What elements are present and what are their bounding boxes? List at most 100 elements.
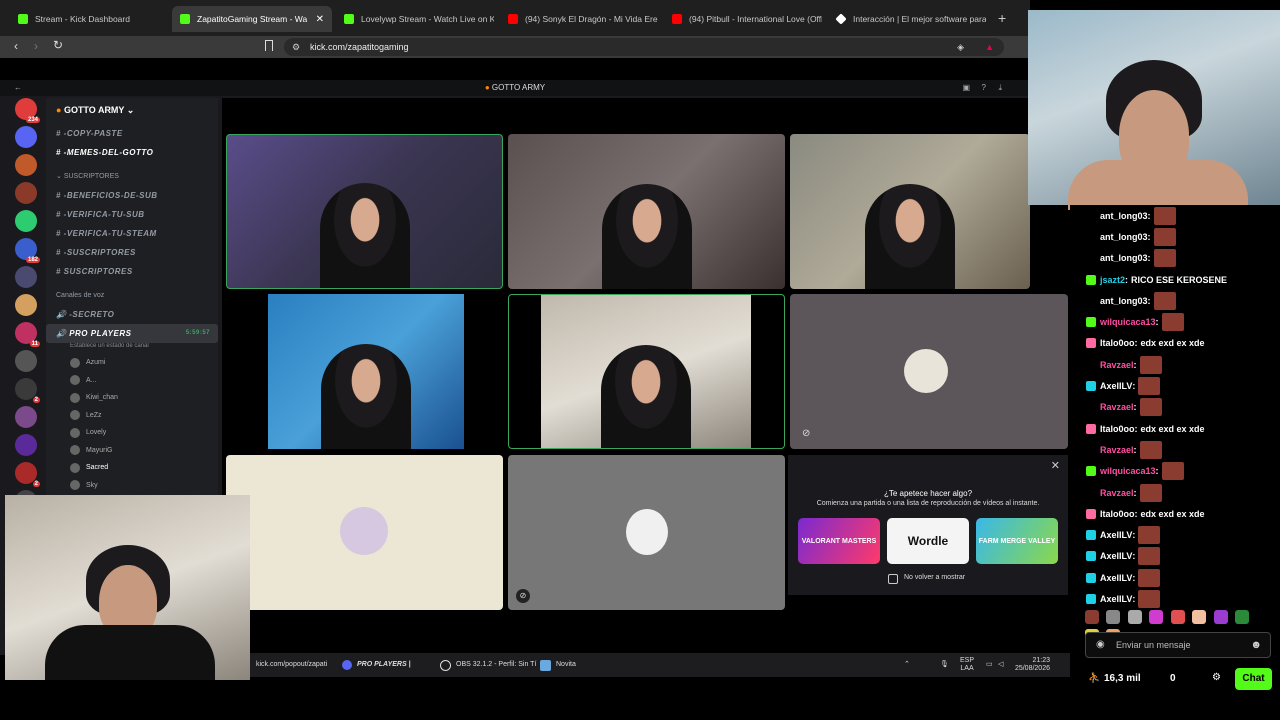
download-icon[interactable]: ⤓ bbox=[998, 80, 1002, 96]
chat-username[interactable]: Italo0oo bbox=[1100, 509, 1135, 519]
voice-channel-secreto[interactable]: 🔊 -SECRETO bbox=[46, 305, 218, 324]
emoji-icon[interactable]: ☻ bbox=[1250, 633, 1262, 657]
server-icon[interactable] bbox=[15, 434, 37, 456]
server-icon[interactable]: 2 bbox=[15, 378, 40, 403]
network-icon[interactable]: ▭ bbox=[986, 660, 993, 668]
chat-settings-icon[interactable]: ◉ bbox=[1096, 633, 1105, 657]
chat-username[interactable]: AxelILV bbox=[1100, 594, 1132, 604]
browser-tab-active[interactable]: ZapatitoGaming Stream - Wa ✕ bbox=[172, 6, 332, 32]
reload-icon[interactable]: ↻ bbox=[53, 38, 63, 52]
chat-username[interactable]: jsazt2 bbox=[1100, 275, 1125, 285]
channel-verifica-sub[interactable]: # -VERIFICA-TU-SUB bbox=[46, 205, 218, 224]
voice-channel-pro-players[interactable]: 🔊 PRO PLAYERS 5:59:57 bbox=[46, 324, 218, 343]
clock[interactable]: 21:23 25/08/2026 bbox=[1010, 657, 1050, 673]
browser-tab[interactable]: (94) Sonyk El Dragón - Mi Vida Eres bbox=[508, 8, 658, 30]
shield-icon[interactable]: ◈ bbox=[957, 38, 964, 56]
emote-icon[interactable] bbox=[1235, 610, 1250, 624]
volume-icon[interactable]: ◁ bbox=[998, 660, 1003, 668]
new-tab-icon[interactable]: + bbox=[998, 10, 1006, 26]
discord-home-icon[interactable]: 234 bbox=[15, 98, 40, 123]
close-icon[interactable]: ✕ bbox=[316, 14, 324, 25]
chat-username[interactable]: AxelILV bbox=[1100, 573, 1132, 583]
emote-icon[interactable] bbox=[1149, 610, 1164, 624]
voice-user[interactable]: LeZz bbox=[46, 407, 218, 425]
server-icon[interactable]: 182 bbox=[15, 238, 40, 263]
chat-username[interactable]: AxelILV bbox=[1100, 551, 1132, 561]
category-header[interactable]: Canales de voz bbox=[46, 287, 218, 305]
chat-input[interactable]: ◉ Enviar un mensaje ☻ bbox=[1085, 632, 1271, 658]
server-icon[interactable] bbox=[15, 154, 37, 176]
taskbar-item[interactable]: PRO PLAYERS | bbox=[357, 661, 411, 668]
chat-username[interactable]: Ravzael bbox=[1100, 488, 1134, 498]
close-icon[interactable]: ✕ bbox=[1051, 459, 1060, 472]
voice-user[interactable]: MayuriG bbox=[46, 442, 218, 460]
server-icon[interactable] bbox=[15, 350, 37, 372]
warning-icon[interactable]: ▲ bbox=[985, 38, 994, 56]
channel-memes[interactable]: # -MEMES-DEL-GOTTO bbox=[46, 143, 218, 162]
activity-card-valorant[interactable]: VALORANT MASTERS bbox=[798, 518, 880, 564]
server-icon[interactable] bbox=[15, 266, 37, 288]
chat-username[interactable]: ant_long03 bbox=[1100, 232, 1148, 242]
microphone-icon[interactable]: 🎙 bbox=[940, 660, 949, 668]
voice-user[interactable]: Kiwi_chan bbox=[46, 389, 218, 407]
category-header[interactable]: ⌄ SUSCRIPTORES bbox=[46, 168, 218, 186]
channel-status[interactable]: Establece un estado de canal bbox=[46, 343, 218, 354]
chat-username[interactable]: Italo0oo bbox=[1100, 338, 1135, 348]
voice-user[interactable]: Sacred bbox=[46, 459, 218, 477]
language-indicator[interactable]: ESP LAA bbox=[960, 657, 974, 673]
chat-username[interactable]: Ravzael bbox=[1100, 445, 1134, 455]
emote-icon[interactable] bbox=[1127, 610, 1142, 624]
browser-tab[interactable]: Stream - Kick Dashboard bbox=[18, 8, 168, 30]
chat-username[interactable]: Italo0oo bbox=[1100, 424, 1135, 434]
chat-username[interactable]: Ravzael bbox=[1100, 360, 1134, 370]
back-icon[interactable]: ‹ bbox=[14, 39, 18, 53]
video-tile[interactable] bbox=[508, 134, 785, 289]
tray-arrow-icon[interactable]: ⌃ bbox=[904, 660, 910, 668]
chat-username[interactable]: wilquicaca13 bbox=[1100, 466, 1156, 476]
settings-icon[interactable]: ⚙ bbox=[1212, 672, 1221, 683]
voice-user[interactable]: Sky bbox=[46, 477, 218, 495]
chat-username[interactable]: Ravzael bbox=[1100, 402, 1134, 412]
server-icon[interactable] bbox=[15, 294, 37, 316]
browser-tab[interactable]: Interacción | El mejor software para p bbox=[836, 8, 986, 30]
chat-username[interactable]: wilquicaca13 bbox=[1100, 317, 1156, 327]
avatar-tile[interactable]: ⊘ bbox=[508, 455, 785, 610]
server-icon[interactable]: 2 bbox=[15, 462, 40, 487]
url-bar[interactable]: ⚙ kick.com/zapatitogaming ◈ ▲ bbox=[284, 38, 1004, 56]
chat-username[interactable]: ant_long03 bbox=[1100, 253, 1148, 263]
video-tile-active[interactable] bbox=[508, 294, 785, 449]
channel-beneficios[interactable]: # -BENEFICIOS-DE-SUB bbox=[46, 186, 218, 205]
server-icon[interactable] bbox=[15, 210, 37, 232]
chat-username[interactable]: ant_long03 bbox=[1100, 296, 1148, 306]
chat-send-button[interactable]: Chat bbox=[1235, 668, 1272, 690]
inbox-icon[interactable]: ▣ bbox=[962, 80, 970, 96]
browser-tab[interactable]: Lovelywp Stream - Watch Live on Kic bbox=[344, 8, 494, 30]
activity-card-farm[interactable]: FARM MERGE VALLEY bbox=[976, 518, 1058, 564]
voice-user[interactable]: Azumi bbox=[46, 354, 218, 372]
server-header[interactable]: ● GOTTO ARMY ⌄ bbox=[46, 98, 218, 124]
emote-icon[interactable] bbox=[1170, 610, 1185, 624]
emote-icon[interactable] bbox=[1192, 610, 1207, 624]
emote-icon[interactable] bbox=[1085, 610, 1099, 624]
chat-username[interactable]: ant_long03 bbox=[1100, 211, 1148, 221]
video-tile[interactable] bbox=[790, 134, 1030, 289]
channel-copy-paste[interactable]: # -COPY-PASTE bbox=[46, 124, 218, 143]
video-tile[interactable] bbox=[226, 134, 503, 289]
browser-tab[interactable]: (94) Pitbull - International Love (Offic bbox=[672, 8, 822, 30]
help-icon[interactable]: ? bbox=[982, 80, 986, 96]
channel-suscriptores-2[interactable]: # SUSCRIPTORES bbox=[46, 262, 218, 281]
taskbar-item[interactable]: OBS 32.1.2 - Perfil: Sin Tí bbox=[456, 661, 536, 668]
avatar-tile[interactable]: ⊘ bbox=[790, 294, 1068, 449]
voice-user[interactable]: Lovely bbox=[46, 424, 218, 442]
channel-verifica-steam[interactable]: # -VERIFICA-TU-STEAM bbox=[46, 224, 218, 243]
server-icon[interactable] bbox=[15, 126, 37, 148]
emote-icon[interactable] bbox=[1106, 610, 1121, 624]
server-icon[interactable] bbox=[15, 406, 37, 428]
back-arrow-icon[interactable]: ← bbox=[14, 80, 22, 96]
bookmark-icon[interactable] bbox=[265, 40, 273, 51]
taskbar-item[interactable]: Novita bbox=[556, 661, 576, 668]
taskbar-item[interactable]: kick.com/popout/zapati bbox=[256, 661, 327, 668]
forward-icon[interactable]: › bbox=[34, 39, 38, 53]
chat-username[interactable]: AxelILV bbox=[1100, 530, 1132, 540]
avatar-tile[interactable] bbox=[226, 455, 503, 610]
